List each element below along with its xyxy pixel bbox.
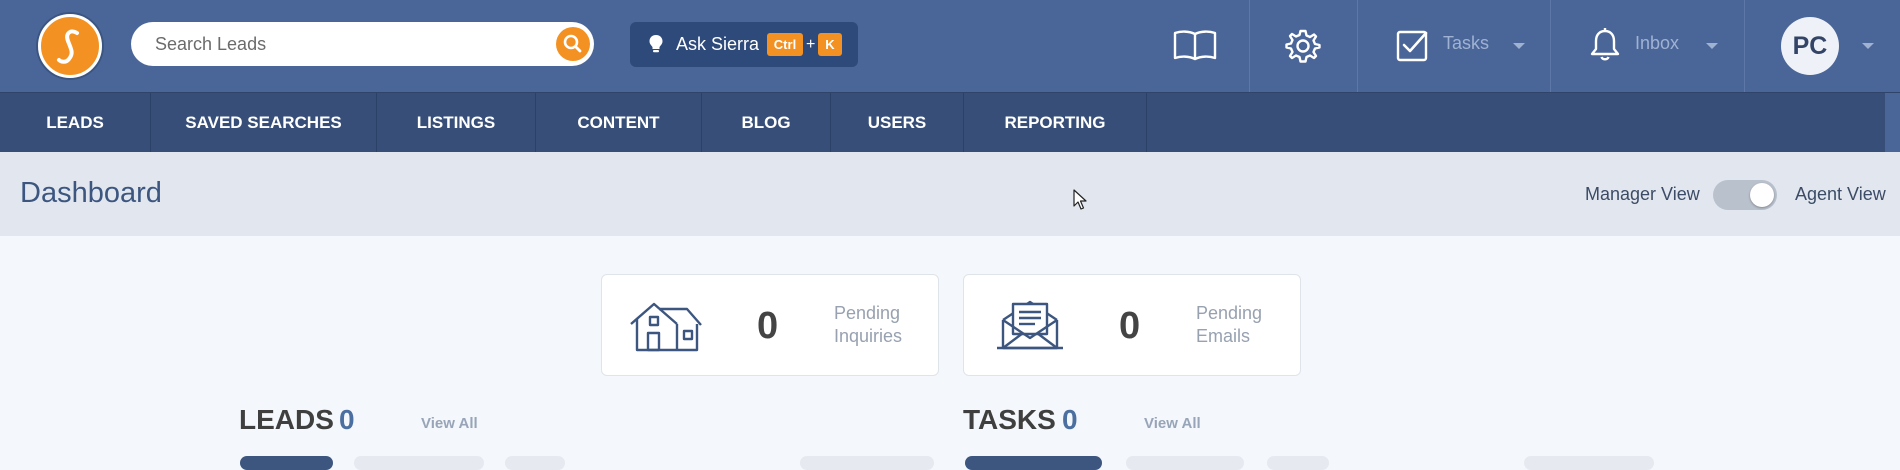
- tasks-view-all-link[interactable]: View All: [1144, 415, 1201, 432]
- tasks-filter-tab[interactable]: [965, 456, 1102, 470]
- sierra-logo[interactable]: [38, 14, 102, 78]
- ctrl-key-badge: Ctrl: [767, 33, 803, 56]
- card-label-line: Pending: [1196, 303, 1263, 323]
- leads-filter-tab[interactable]: [354, 456, 484, 470]
- topbar-divider: [1550, 0, 1551, 92]
- resources-button[interactable]: [1172, 28, 1218, 67]
- tasks-label: Tasks: [1443, 33, 1490, 53]
- inbox-label: Inbox: [1635, 33, 1680, 53]
- pending-emails-label: Pending Emails: [1196, 302, 1296, 348]
- search-input[interactable]: [155, 22, 555, 66]
- ask-sierra-label: Ask Sierra: [676, 34, 760, 54]
- lightbulb-icon: [649, 35, 663, 53]
- nav-item-reporting[interactable]: REPORTING: [964, 93, 1146, 153]
- nav-item-users[interactable]: USERS: [831, 93, 963, 153]
- page-header: Dashboard Manager View Agent View: [0, 152, 1900, 236]
- bell-icon: [1590, 28, 1620, 61]
- leads-view-all-link[interactable]: View All: [421, 415, 478, 432]
- search-button[interactable]: [556, 27, 590, 61]
- main-nav: LEADS SAVED SEARCHES LISTINGS CONTENT BL…: [0, 92, 1900, 153]
- tasks-filter-tab[interactable]: [1126, 456, 1244, 470]
- card-label-line: Emails: [1196, 326, 1251, 346]
- toggle-knob: [1750, 183, 1774, 207]
- nav-item-blog[interactable]: BLOG: [702, 93, 830, 153]
- leads-section-title: LEADS: [239, 404, 334, 435]
- nav-item-leads[interactable]: LEADS: [0, 93, 150, 153]
- agent-view-label: Agent View: [1795, 184, 1886, 204]
- card-label-line: Inquiries: [834, 326, 903, 346]
- tasks-count: 0: [1062, 404, 1078, 435]
- search-box: [131, 22, 594, 66]
- tasks-filter-tab[interactable]: [1524, 456, 1654, 470]
- sierra-logo-icon: [57, 29, 79, 64]
- card-label-line: Pending: [834, 303, 901, 323]
- house-icon: [630, 302, 702, 352]
- pending-emails-count: 0: [1119, 305, 1141, 347]
- nav-item-content[interactable]: CONTENT: [536, 93, 701, 153]
- nav-scroll-edge: [1885, 93, 1900, 153]
- k-key-badge: K: [818, 33, 842, 56]
- chevron-down-icon: [1513, 43, 1525, 49]
- pending-inquiries-card[interactable]: 0 Pending Inquiries: [601, 274, 939, 376]
- nav-divider: [1146, 93, 1147, 153]
- chevron-down-icon: [1706, 43, 1718, 49]
- pending-inquiries-label: Pending Inquiries: [834, 302, 934, 348]
- tasks-checkbox-icon: [1396, 30, 1428, 62]
- page-title: Dashboard: [20, 177, 162, 209]
- chevron-down-icon: [1862, 43, 1874, 49]
- topbar-divider: [1249, 0, 1250, 92]
- pending-inquiries-count: 0: [757, 305, 779, 347]
- leads-filter-tab[interactable]: [240, 456, 333, 470]
- ask-sierra-button[interactable]: Ask Sierra Ctrl + K: [630, 22, 858, 67]
- shortcut-plus: +: [806, 36, 816, 53]
- avatar: PC: [1781, 17, 1839, 75]
- top-bar: Ask Sierra Ctrl + K Tasks: [0, 0, 1900, 92]
- topbar-divider: [1744, 0, 1745, 92]
- gear-icon: [1285, 29, 1321, 63]
- nav-item-listings[interactable]: LISTINGS: [377, 93, 535, 153]
- leads-filter-tab[interactable]: [505, 456, 565, 470]
- settings-button[interactable]: [1285, 28, 1321, 69]
- mouse-cursor-icon: [1073, 189, 1087, 210]
- tasks-section-title: TASKS: [963, 404, 1056, 435]
- nav-item-saved-searches[interactable]: SAVED SEARCHES: [151, 93, 376, 153]
- topbar-divider: [1357, 0, 1358, 92]
- envelope-icon: [997, 300, 1063, 350]
- leads-filter-tab[interactable]: [800, 456, 934, 470]
- manager-view-label: Manager View: [1585, 184, 1700, 204]
- book-icon: [1173, 30, 1217, 61]
- pending-emails-card[interactable]: 0 Pending Emails: [963, 274, 1301, 376]
- search-icon: [563, 34, 582, 53]
- tasks-filter-tab[interactable]: [1267, 456, 1329, 470]
- view-toggle[interactable]: [1713, 180, 1777, 210]
- leads-count: 0: [339, 404, 355, 435]
